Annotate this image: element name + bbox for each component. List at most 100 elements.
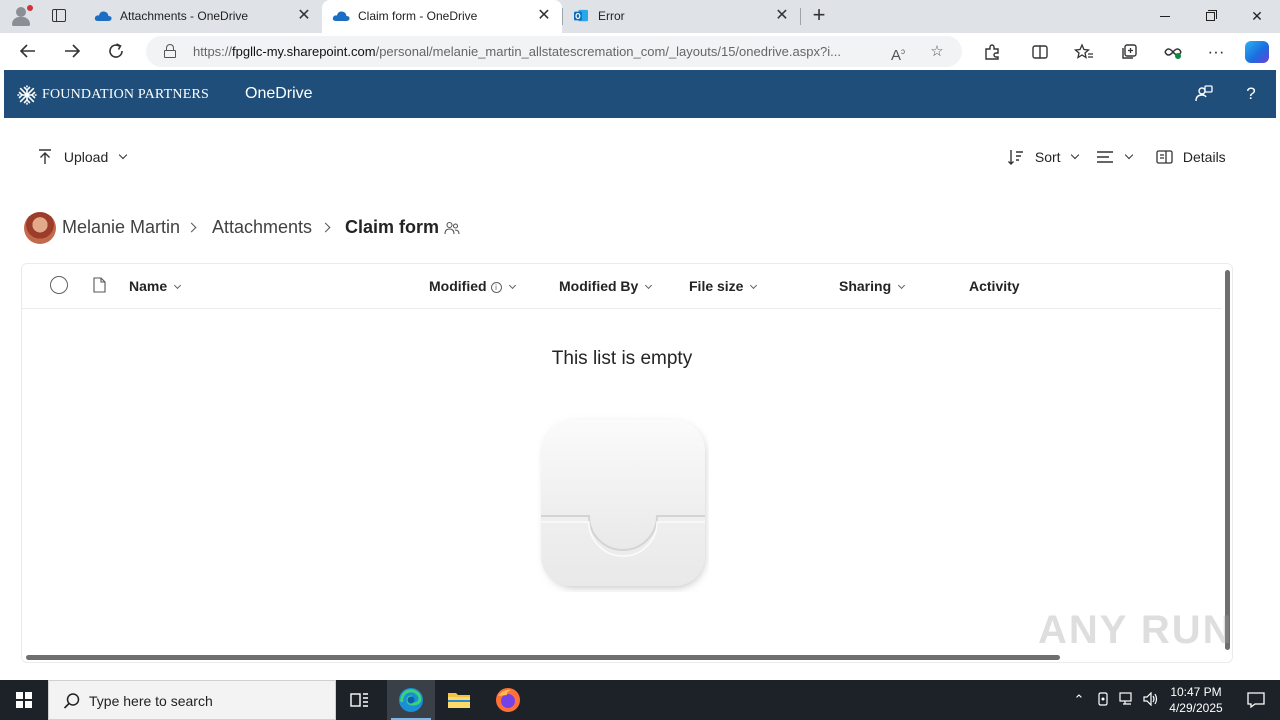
volume-icon[interactable] bbox=[1142, 691, 1160, 708]
breadcrumb-owner[interactable]: Melanie Martin bbox=[62, 217, 180, 238]
upload-label: Upload bbox=[63, 149, 109, 166]
browser-essentials-icon[interactable] bbox=[1161, 40, 1185, 64]
horizontal-scrollbar[interactable] bbox=[26, 655, 1060, 660]
view-options-button[interactable] bbox=[1096, 148, 1134, 172]
chevron-right-icon bbox=[320, 222, 331, 233]
browser-tab-claim-form[interactable]: Claim form - OneDrive ✕ bbox=[322, 0, 562, 33]
clock-date: 4/29/2025 bbox=[1169, 701, 1223, 715]
browser-toolbar: https://fpgllc-my.sharepoint.com/persona… bbox=[0, 33, 1280, 70]
brand-snowflake-icon bbox=[17, 85, 37, 105]
url-text[interactable]: https://fpgllc-my.sharepoint.com/persona… bbox=[193, 44, 881, 59]
info-icon[interactable]: i bbox=[490, 281, 502, 293]
forward-button[interactable] bbox=[57, 37, 87, 65]
forward-arrow-icon bbox=[65, 44, 81, 58]
taskbar-clock[interactable]: 10:47 PM 4/29/2025 bbox=[1160, 684, 1232, 716]
task-view-button[interactable] bbox=[336, 680, 384, 720]
taskbar-firefox[interactable] bbox=[484, 680, 532, 720]
onedrive-cloud-icon bbox=[94, 11, 112, 21]
column-sharing[interactable]: Sharing bbox=[839, 278, 906, 294]
firefox-icon bbox=[496, 688, 520, 712]
notification-center-button[interactable] bbox=[1232, 680, 1280, 720]
vertical-scrollbar[interactable] bbox=[1225, 270, 1230, 650]
back-button[interactable] bbox=[13, 37, 43, 65]
restore-button[interactable] bbox=[1188, 0, 1234, 33]
tab-title: Claim form - OneDrive bbox=[358, 9, 478, 23]
close-window-button[interactable]: ✕ bbox=[1234, 0, 1280, 33]
tab-actions-icon[interactable] bbox=[50, 7, 70, 25]
avatar[interactable] bbox=[24, 212, 56, 244]
details-label: Details bbox=[1182, 149, 1226, 166]
watermark: ANY RUN bbox=[1038, 608, 1234, 652]
chevron-down-icon bbox=[174, 281, 182, 289]
favorite-star-icon[interactable]: ☆ bbox=[927, 42, 947, 62]
breadcrumb-attachments[interactable]: Attachments bbox=[212, 217, 312, 238]
column-modified-by[interactable]: Modified By bbox=[559, 278, 653, 294]
clock-time: 10:47 PM bbox=[1170, 685, 1222, 699]
back-arrow-icon bbox=[19, 44, 35, 58]
windows-logo-icon bbox=[16, 692, 32, 708]
share-feedback-icon[interactable] bbox=[1192, 83, 1216, 105]
column-header-row: Name Modified i Modified By File size Sha… bbox=[22, 264, 1222, 309]
close-tab-icon[interactable]: ✕ bbox=[772, 6, 792, 26]
sort-label: Sort bbox=[1034, 149, 1061, 166]
lock-icon[interactable] bbox=[164, 44, 176, 58]
browser-tab-attachments[interactable]: Attachments - OneDrive ✕ bbox=[84, 0, 322, 33]
chevron-down-icon bbox=[898, 281, 906, 289]
taskbar-search-box[interactable]: Type here to search bbox=[48, 680, 336, 720]
column-activity[interactable]: Activity bbox=[969, 278, 1020, 294]
onedrive-cloud-icon bbox=[332, 11, 350, 21]
file-list: Name Modified i Modified By File size Sha… bbox=[21, 263, 1233, 663]
browser-tab-error[interactable]: Error ✕ bbox=[562, 0, 800, 33]
empty-state-message: This list is empty bbox=[551, 348, 693, 369]
collections-icon[interactable] bbox=[1117, 40, 1141, 64]
file-type-icon[interactable] bbox=[93, 277, 106, 293]
onedrive-header: FOUNDATION PARTNERS OneDrive ? bbox=[4, 70, 1276, 118]
details-button[interactable]: Details bbox=[1156, 148, 1226, 172]
search-icon bbox=[63, 693, 80, 709]
network-icon[interactable] bbox=[1118, 692, 1136, 708]
folder-icon bbox=[448, 693, 470, 708]
taskbar-file-explorer[interactable] bbox=[435, 680, 483, 720]
chevron-right-icon bbox=[186, 222, 197, 233]
column-name[interactable]: Name bbox=[129, 278, 182, 294]
tab-divider bbox=[800, 8, 801, 25]
favorites-icon[interactable] bbox=[1072, 40, 1096, 64]
help-icon[interactable]: ? bbox=[1239, 83, 1263, 105]
extensions-icon[interactable] bbox=[980, 40, 1004, 64]
chevron-down-icon bbox=[1124, 151, 1134, 160]
search-placeholder: Type here to search bbox=[89, 693, 213, 709]
chevron-down-icon bbox=[750, 281, 758, 289]
more-options-icon[interactable]: ··· bbox=[1204, 40, 1228, 64]
windows-taskbar: Type here to search ⌃ 10:47 PM 4/29/2025 bbox=[0, 680, 1280, 720]
show-hidden-icons-chevron-icon[interactable]: ⌃ bbox=[1070, 692, 1088, 708]
chevron-down-icon bbox=[118, 151, 128, 160]
upload-button[interactable]: Upload bbox=[36, 148, 128, 172]
app-name[interactable]: OneDrive bbox=[245, 85, 313, 103]
split-screen-icon[interactable] bbox=[1028, 40, 1052, 64]
taskbar-edge[interactable] bbox=[387, 680, 435, 720]
close-tab-icon[interactable]: ✕ bbox=[534, 6, 554, 26]
shared-people-icon[interactable] bbox=[444, 221, 460, 235]
tab-title: Error bbox=[598, 9, 625, 23]
profile-icon[interactable] bbox=[8, 4, 34, 28]
new-tab-button[interactable]: + bbox=[806, 4, 832, 28]
address-bar[interactable]: https://fpgllc-my.sharepoint.com/persona… bbox=[146, 36, 962, 67]
column-file-size[interactable]: File size bbox=[689, 278, 758, 294]
refresh-icon bbox=[109, 43, 123, 58]
close-tab-icon[interactable]: ✕ bbox=[294, 6, 314, 26]
copilot-icon[interactable] bbox=[1245, 41, 1269, 63]
notification-icon bbox=[1247, 692, 1265, 709]
minimize-button[interactable] bbox=[1142, 0, 1188, 33]
details-pane-icon bbox=[1156, 150, 1173, 164]
brand-name: FOUNDATION PARTNERS bbox=[42, 87, 209, 102]
read-aloud-icon[interactable]: Aↄ bbox=[888, 42, 908, 64]
sort-button[interactable]: Sort bbox=[1007, 148, 1080, 172]
refresh-button[interactable] bbox=[101, 37, 131, 65]
device-icon[interactable] bbox=[1094, 692, 1112, 708]
browser-tab-strip: Attachments - OneDrive ✕ Claim form - On… bbox=[0, 0, 1280, 33]
start-button[interactable] bbox=[0, 680, 48, 720]
column-modified[interactable]: Modified i bbox=[429, 278, 516, 294]
empty-folder-illustration bbox=[541, 420, 705, 588]
select-all-checkbox[interactable] bbox=[50, 276, 68, 294]
chevron-down-icon bbox=[508, 281, 516, 289]
